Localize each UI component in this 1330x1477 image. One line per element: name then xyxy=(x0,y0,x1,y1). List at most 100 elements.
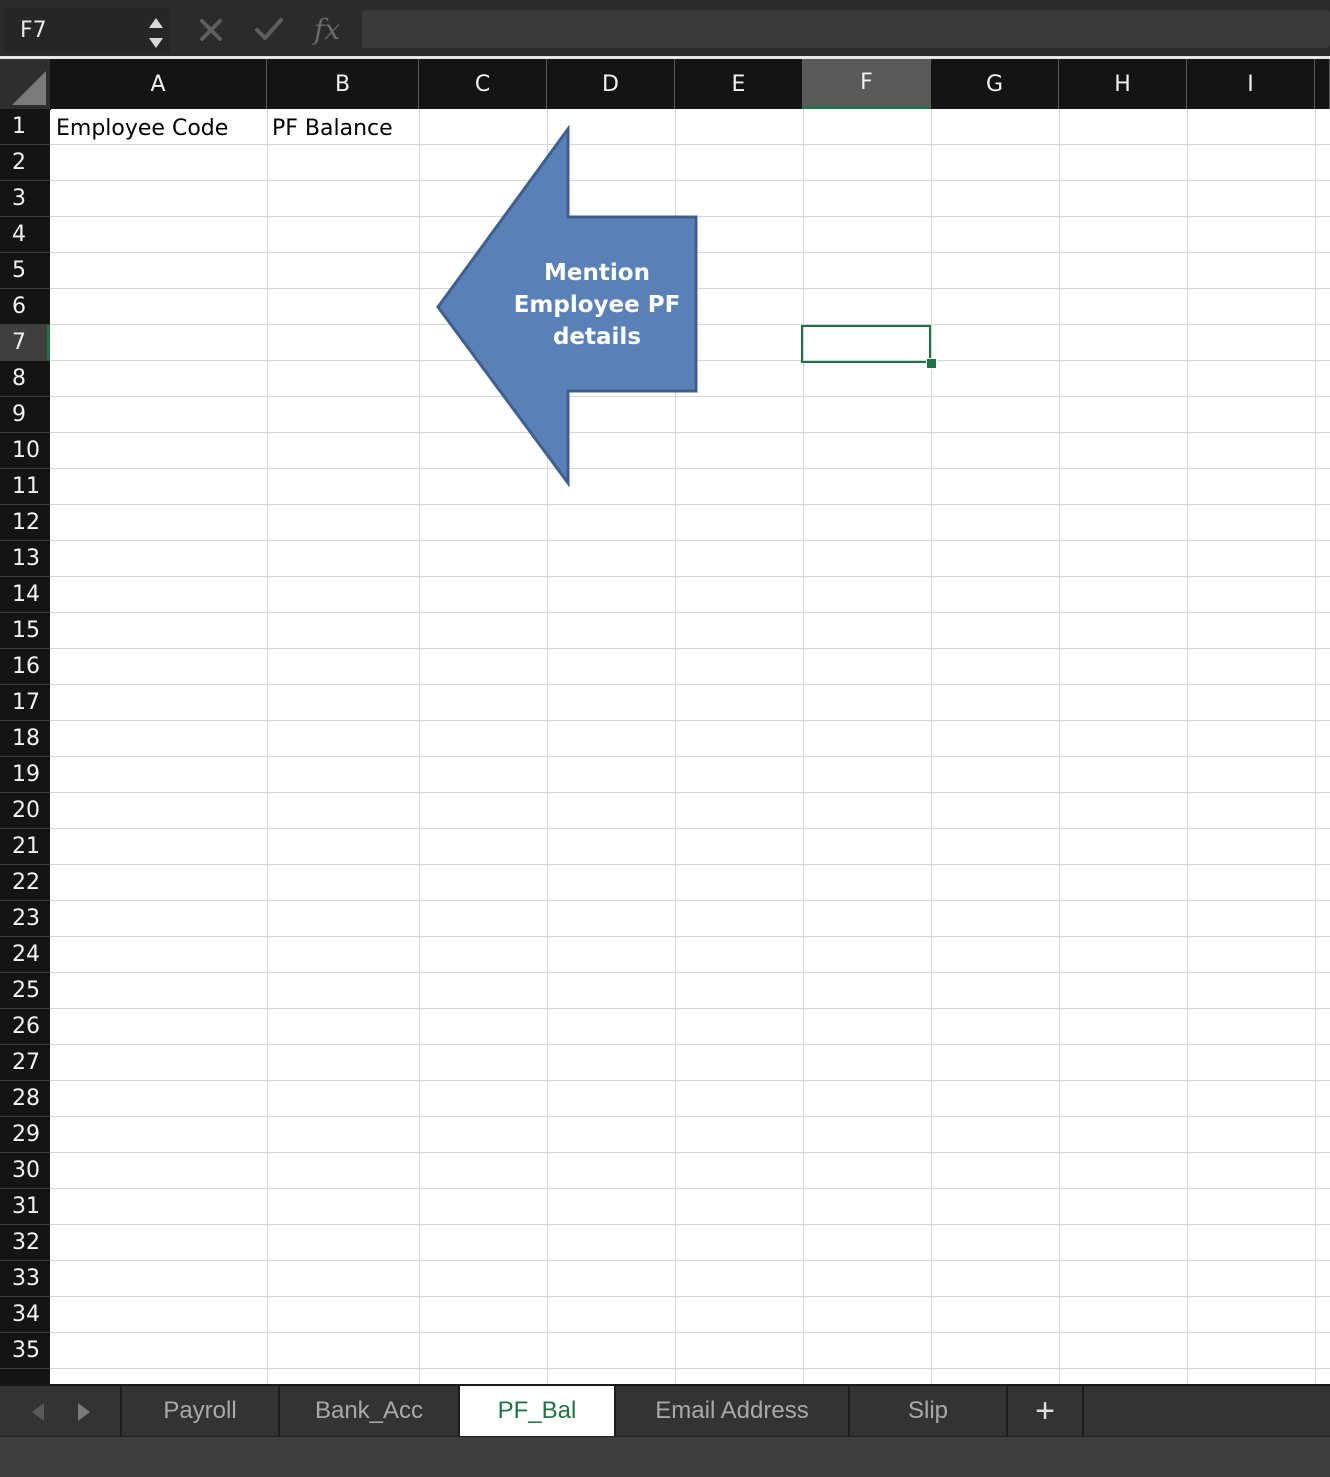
row-header-22[interactable]: 22 xyxy=(0,865,50,901)
row-header-16[interactable]: 16 xyxy=(0,649,50,685)
formula-input[interactable] xyxy=(362,10,1330,48)
active-cell-f7[interactable] xyxy=(801,325,931,363)
row-header-8[interactable]: 8 xyxy=(0,361,50,397)
gridline-vertical xyxy=(1059,109,1060,1384)
row-header-13[interactable]: 13 xyxy=(0,541,50,577)
row-header-27[interactable]: 27 xyxy=(0,1045,50,1081)
row-header-10[interactable]: 10 xyxy=(0,433,50,469)
formula-bar: F7 fx xyxy=(0,0,1330,57)
row-header-15[interactable]: 15 xyxy=(0,613,50,649)
enter-check-icon[interactable] xyxy=(252,12,286,46)
row-header-5[interactable]: 5 xyxy=(0,253,50,289)
gridline-vertical xyxy=(1315,109,1316,1384)
status-bar xyxy=(0,1436,1330,1477)
scroll-tabs-left-icon[interactable] xyxy=(26,1398,50,1426)
name-box-value: F7 xyxy=(20,18,47,43)
cancel-icon[interactable] xyxy=(196,12,226,46)
column-header-c[interactable]: C xyxy=(419,59,547,109)
gridline-horizontal xyxy=(50,936,1330,937)
row-header-32[interactable]: 32 xyxy=(0,1225,50,1261)
cell-b1[interactable]: PF Balance xyxy=(272,116,393,141)
row-header-11[interactable]: 11 xyxy=(0,469,50,505)
gridline-horizontal xyxy=(50,864,1330,865)
gridline-horizontal xyxy=(50,684,1330,685)
gridline-horizontal xyxy=(50,504,1330,505)
row-header-28[interactable]: 28 xyxy=(0,1081,50,1117)
row-header-18[interactable]: 18 xyxy=(0,721,50,757)
callout-text: Mention Employee PF details xyxy=(500,257,694,353)
row-header-26[interactable]: 26 xyxy=(0,1009,50,1045)
tab-payroll[interactable]: Payroll xyxy=(122,1386,280,1436)
row-header-12[interactable]: 12 xyxy=(0,505,50,541)
insert-function-icon[interactable]: fx xyxy=(312,12,352,46)
column-header-i[interactable]: I xyxy=(1187,59,1315,109)
row-header-31[interactable]: 31 xyxy=(0,1189,50,1225)
row-header-3[interactable]: 3 xyxy=(0,181,50,217)
svg-text:fx: fx xyxy=(312,13,340,46)
gridline-horizontal xyxy=(50,828,1330,829)
tab-slip[interactable]: Slip xyxy=(850,1386,1008,1436)
sheet-tab-bar: Payroll Bank_Acc PF_Bal Email Address Sl… xyxy=(0,1384,1330,1436)
fill-handle[interactable] xyxy=(926,358,937,369)
gridline-horizontal xyxy=(50,1188,1330,1189)
column-header-b[interactable]: B xyxy=(267,59,419,109)
scroll-tabs-right-icon[interactable] xyxy=(72,1398,96,1426)
select-all-triangle-icon xyxy=(12,71,46,105)
row-header-partial[interactable] xyxy=(0,1369,50,1384)
callout-line-2: Employee PF xyxy=(513,292,681,318)
gridline-horizontal xyxy=(50,612,1330,613)
row-header-29[interactable]: 29 xyxy=(0,1117,50,1153)
gridline-horizontal xyxy=(50,900,1330,901)
column-header-a[interactable]: A xyxy=(50,59,267,109)
row-header-20[interactable]: 20 xyxy=(0,793,50,829)
tab-pf-bal[interactable]: PF_Bal xyxy=(460,1386,616,1436)
column-header-g[interactable]: G xyxy=(931,59,1059,109)
row-header-35[interactable]: 35 xyxy=(0,1333,50,1369)
name-box-stepper-icon[interactable] xyxy=(146,14,166,52)
row-header-17[interactable]: 17 xyxy=(0,685,50,721)
row-header-25[interactable]: 25 xyxy=(0,973,50,1009)
row-header-21[interactable]: 21 xyxy=(0,829,50,865)
add-sheet-button[interactable]: + xyxy=(1008,1386,1084,1436)
select-all-button[interactable] xyxy=(0,59,51,110)
gridline-horizontal xyxy=(50,1332,1330,1333)
gridline-horizontal xyxy=(50,756,1330,757)
row-header-34[interactable]: 34 xyxy=(0,1297,50,1333)
row-header-7[interactable]: 7 xyxy=(0,325,50,361)
row-header-14[interactable]: 14 xyxy=(0,577,50,613)
gridline-vertical xyxy=(1187,109,1188,1384)
row-header-23[interactable]: 23 xyxy=(0,901,50,937)
spreadsheet-grid[interactable]: ABCDEFGHI 1 2 3 4 5 6 7 8 9 10 11 12 13 14 15 16 17 18 19 2… xyxy=(0,59,1330,1384)
column-header-h[interactable]: H xyxy=(1059,59,1187,109)
gridline-vertical xyxy=(931,109,932,1384)
row-header-19[interactable]: 19 xyxy=(0,757,50,793)
column-header-f[interactable]: F xyxy=(803,59,931,109)
gridline-vertical xyxy=(267,109,268,1384)
row-header-30[interactable]: 30 xyxy=(0,1153,50,1189)
row-header-4[interactable]: 4 xyxy=(0,217,50,253)
tab-bank-acc[interactable]: Bank_Acc xyxy=(280,1386,460,1436)
tab-email-address[interactable]: Email Address xyxy=(616,1386,850,1436)
gridline-horizontal xyxy=(50,1152,1330,1153)
row-header-6[interactable]: 6 xyxy=(0,289,50,325)
name-box[interactable]: F7 xyxy=(4,8,170,52)
gridline-horizontal xyxy=(50,540,1330,541)
gridline-horizontal xyxy=(50,1044,1330,1045)
column-header-d[interactable]: D xyxy=(547,59,675,109)
cell-a1[interactable]: Employee Code xyxy=(56,116,228,141)
row-header-24[interactable]: 24 xyxy=(0,937,50,973)
row-header-9[interactable]: 9 xyxy=(0,397,50,433)
gridline-horizontal xyxy=(50,1008,1330,1009)
row-header-33[interactable]: 33 xyxy=(0,1261,50,1297)
callout-line-1: Mention xyxy=(544,260,650,286)
row-header-1[interactable]: 1 xyxy=(0,109,50,145)
gridline-horizontal xyxy=(50,648,1330,649)
row-header-2[interactable]: 2 xyxy=(0,145,50,181)
gridline-horizontal xyxy=(50,1116,1330,1117)
gridline-horizontal xyxy=(50,1080,1330,1081)
column-header-partial[interactable] xyxy=(1315,59,1330,109)
gridline-horizontal xyxy=(50,1260,1330,1261)
gridline-vertical xyxy=(803,109,804,1384)
column-header-e[interactable]: E xyxy=(675,59,803,109)
gridline-horizontal xyxy=(50,792,1330,793)
